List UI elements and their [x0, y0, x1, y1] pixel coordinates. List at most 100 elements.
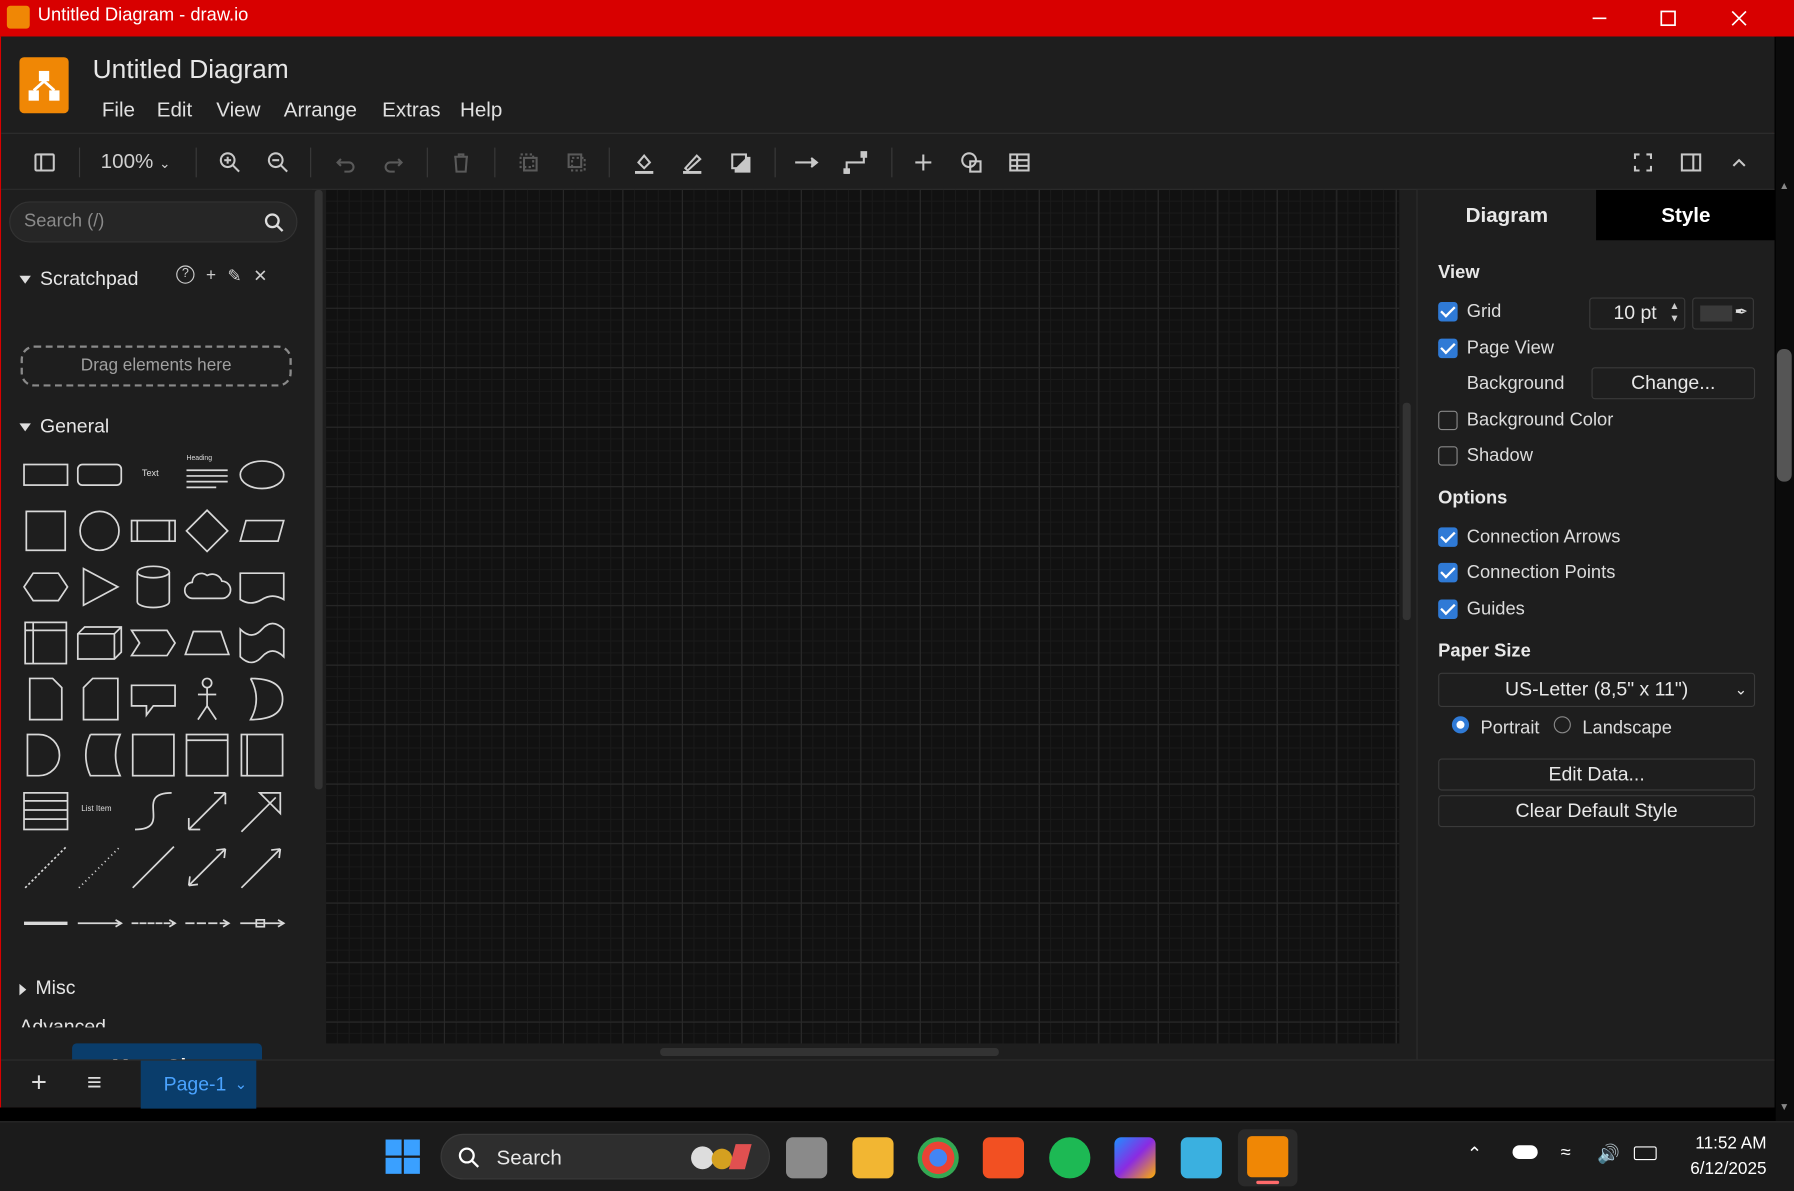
page-view-checkbox[interactable]: [1438, 338, 1458, 359]
shape-edge-with-label[interactable]: [237, 898, 287, 948]
close-button[interactable]: [1705, 0, 1774, 37]
fullscreen-icon[interactable]: [1627, 146, 1659, 178]
clock-date[interactable]: 6/12/2025: [1690, 1159, 1766, 1178]
shape-rectangle[interactable]: [21, 450, 71, 500]
shape-square[interactable]: [21, 506, 71, 556]
sidebar-toggle-icon[interactable]: [29, 146, 61, 178]
menu-extras[interactable]: Extras: [382, 98, 440, 122]
file-explorer-icon[interactable]: [852, 1137, 894, 1179]
page-tab[interactable]: Page-1 ⌄: [140, 1060, 257, 1109]
onedrive-icon[interactable]: [1512, 1145, 1538, 1159]
minimize-button[interactable]: [1565, 0, 1634, 37]
misc-header[interactable]: Misc: [19, 977, 75, 1000]
shape-arrow[interactable]: [237, 786, 287, 836]
menu-arrange[interactable]: Arrange: [284, 98, 357, 122]
shape-ellipse[interactable]: [237, 450, 287, 500]
shadow-checkbox[interactable]: [1438, 446, 1458, 466]
waypoints-icon[interactable]: [840, 146, 872, 178]
zoom-out-icon[interactable]: [262, 146, 294, 178]
paper-size-select[interactable]: US-Letter (8,5" x 11") ⌄: [1438, 672, 1756, 708]
scroll-thumb[interactable]: [1776, 348, 1792, 482]
shape-curve[interactable]: [128, 786, 178, 836]
shape-bidirectional-connector[interactable]: [182, 842, 232, 892]
scroll-up-icon[interactable]: ▲: [1779, 180, 1789, 191]
window-scrollbar[interactable]: ▲ ▼: [1775, 36, 1794, 1122]
clear-default-style-button[interactable]: Clear Default Style: [1438, 795, 1756, 828]
shape-rounded-rectangle[interactable]: [74, 450, 124, 500]
shape-search[interactable]: [9, 201, 298, 243]
menu-view[interactable]: View: [216, 98, 260, 122]
edit-data-button[interactable]: Edit Data...: [1438, 758, 1756, 791]
spotify-icon[interactable]: [1049, 1137, 1091, 1179]
add-page-icon[interactable]: +: [31, 1067, 47, 1099]
store-icon[interactable]: [982, 1137, 1024, 1179]
taskbar-search[interactable]: Search: [440, 1133, 771, 1180]
volume-icon[interactable]: 🔊: [1597, 1143, 1620, 1166]
shape-line[interactable]: [128, 842, 178, 892]
left-panel-scrollbar[interactable]: [314, 189, 323, 790]
grid-checkbox[interactable]: [1438, 302, 1458, 322]
help-icon[interactable]: ?: [176, 265, 195, 284]
shape-note[interactable]: [21, 674, 71, 724]
undo-icon[interactable]: [330, 146, 362, 178]
shape-textbox[interactable]: Heading: [182, 450, 232, 500]
redo-icon[interactable]: [378, 146, 410, 178]
tab-style[interactable]: Style: [1596, 189, 1776, 241]
shape-card[interactable]: [74, 674, 124, 724]
pages-menu-icon[interactable]: ≡: [87, 1067, 102, 1097]
shape-delay[interactable]: [21, 730, 71, 780]
shape-parallelogram[interactable]: [237, 506, 287, 556]
advanced-header-clipped[interactable]: Advanced: [19, 1016, 294, 1027]
shape-hexagon[interactable]: [21, 562, 71, 612]
grid-size-input[interactable]: 10 pt ▲ ▼: [1589, 297, 1686, 330]
shape-dotted-line[interactable]: [74, 842, 124, 892]
menu-edit[interactable]: Edit: [157, 98, 193, 122]
shape-process[interactable]: [128, 506, 178, 556]
shape-edge-multi-label[interactable]: [128, 898, 178, 948]
shape-internal-storage[interactable]: [21, 618, 71, 668]
scratchpad-dropzone[interactable]: Drag elements here: [20, 345, 292, 387]
connection-icon[interactable]: [791, 146, 823, 178]
format-panel-icon[interactable]: [1675, 146, 1707, 178]
shape-actor[interactable]: [182, 674, 232, 724]
collapse-icon[interactable]: [1723, 146, 1755, 178]
insert-icon[interactable]: [907, 146, 939, 178]
fill-color-icon[interactable]: [628, 146, 660, 178]
to-front-icon[interactable]: [513, 146, 545, 178]
canvas-horizontal-scrollbar[interactable]: [660, 1047, 999, 1056]
clock-time[interactable]: 11:52 AM: [1695, 1134, 1766, 1153]
wifi-icon[interactable]: ≈: [1561, 1143, 1571, 1164]
shape-bidirectional-arrow[interactable]: [182, 786, 232, 836]
table-icon[interactable]: [1003, 146, 1035, 178]
shape-trapezoid[interactable]: [182, 618, 232, 668]
shape-search-input[interactable]: [24, 210, 253, 234]
shape-document[interactable]: [237, 562, 287, 612]
maximize-button[interactable]: [1634, 0, 1703, 37]
drawio-taskbar-button[interactable]: [1237, 1129, 1298, 1187]
windows-start-icon[interactable]: [384, 1138, 421, 1175]
shapes-icon[interactable]: [955, 146, 987, 178]
shape-edge-label[interactable]: [74, 898, 124, 948]
stepper-icon[interactable]: ▲ ▼: [1669, 300, 1679, 325]
guides-checkbox[interactable]: [1438, 599, 1458, 619]
to-back-icon[interactable]: [561, 146, 593, 178]
shape-triangle[interactable]: [74, 562, 124, 612]
shape-tape[interactable]: [237, 618, 287, 668]
shape-cube[interactable]: [74, 618, 124, 668]
portrait-radio[interactable]: [1451, 716, 1470, 734]
shape-diamond[interactable]: [182, 506, 232, 556]
task-view-icon[interactable]: [786, 1137, 828, 1179]
grid-color-picker[interactable]: ✒: [1692, 297, 1754, 330]
menu-file[interactable]: File: [102, 98, 135, 122]
add-icon[interactable]: +: [206, 265, 216, 286]
shape-cloud[interactable]: [182, 562, 232, 612]
chevron-up-icon[interactable]: ⌃: [1467, 1143, 1482, 1166]
shape-swimlane[interactable]: [182, 730, 232, 780]
canvas-vertical-scrollbar[interactable]: [1402, 402, 1411, 621]
general-header[interactable]: General: [19, 415, 109, 438]
connection-points-checkbox[interactable]: [1438, 562, 1458, 583]
zoom-in-icon[interactable]: [214, 146, 246, 178]
shadow-icon[interactable]: [724, 146, 756, 178]
edit-icon[interactable]: ✎: [227, 265, 241, 286]
close-icon[interactable]: ✕: [253, 265, 267, 286]
